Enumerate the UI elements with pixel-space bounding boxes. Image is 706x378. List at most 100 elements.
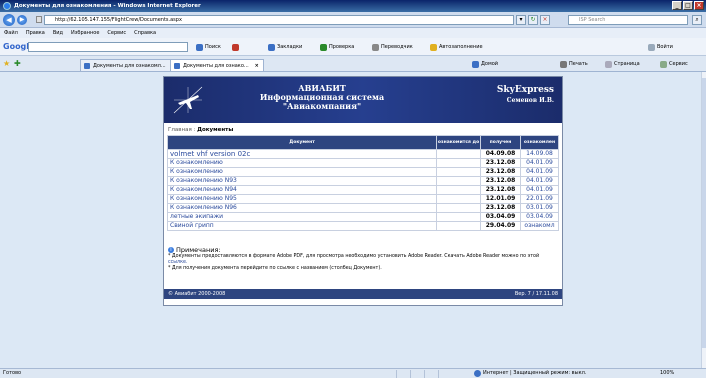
table-header-row: Документ ознакомится до получен ознакомл… xyxy=(166,135,560,150)
maximize-button[interactable]: □ xyxy=(683,1,693,10)
minimize-button[interactable]: _ xyxy=(672,1,682,10)
spellcheck-button[interactable]: Проверка xyxy=(320,38,354,56)
signin-button[interactable]: Войти xyxy=(648,38,673,56)
document-link[interactable]: К ознакомлению N95 xyxy=(170,195,237,202)
close-button[interactable]: × xyxy=(694,1,704,10)
table-row: К ознакомлению 23.12.08 04.01.09 xyxy=(166,167,560,177)
user-icon xyxy=(648,43,655,51)
mail-icon xyxy=(232,43,239,51)
notes-heading: Примечания: xyxy=(176,246,221,254)
status-cell xyxy=(438,370,452,378)
menu-view[interactable]: Вид xyxy=(53,28,63,38)
search-icon[interactable]: ⌕ xyxy=(692,15,702,25)
deadline-cell xyxy=(436,149,482,159)
menu-file[interactable]: Файл xyxy=(4,28,18,38)
airplane-logo-icon xyxy=(173,86,203,114)
page-icon xyxy=(605,60,612,68)
acknowledged-cell: 04.01.09 xyxy=(519,185,560,195)
vertical-scrollbar[interactable] xyxy=(701,72,706,368)
menu-tools[interactable]: Сервис xyxy=(107,28,126,38)
deadline-cell xyxy=(436,221,482,231)
home-button[interactable]: Домой xyxy=(472,56,498,72)
menu-bar: Файл Правка Вид Избранное Сервис Справка xyxy=(0,28,706,38)
page-container: АВИАБИТ Информационная система "Авиакомп… xyxy=(163,76,563,306)
add-favorite-icon[interactable]: ✚ xyxy=(14,56,21,72)
refresh-icon[interactable]: ↻ xyxy=(528,15,538,25)
internet-explorer-icon xyxy=(3,2,11,10)
received-cell: 12.01.09 xyxy=(480,194,521,204)
table-row: К ознакомлению N96 23.12.08 03.01.09 xyxy=(166,203,560,213)
security-zone[interactable]: Интернет | Защищенный режим: выкл. xyxy=(474,369,586,378)
page-favicon-icon xyxy=(84,63,90,69)
acknowledged-cell: 14.09.08 xyxy=(519,149,560,159)
column-header-received: получен xyxy=(480,135,521,150)
deadline-cell xyxy=(436,158,482,168)
received-cell: 23.12.08 xyxy=(480,203,521,213)
document-link[interactable]: летные экипажи xyxy=(170,213,223,220)
page-icon xyxy=(36,16,42,23)
gmail-button[interactable] xyxy=(232,38,239,56)
adobe-reader-link[interactable]: ссылке. xyxy=(168,260,188,265)
menu-edit[interactable]: Правка xyxy=(26,28,45,38)
page-menu-button[interactable]: Страница xyxy=(605,56,640,72)
tab-documents-1[interactable]: Документы для ознакомл... xyxy=(80,59,171,71)
check-icon xyxy=(320,43,327,51)
menu-favorites[interactable]: Избранное xyxy=(71,28,99,38)
gear-icon xyxy=(660,60,667,68)
google-toolbar: Google Поиск Закладки Проверка Переводчи… xyxy=(0,38,706,56)
stop-icon[interactable]: × xyxy=(540,15,550,25)
address-dropdown-button[interactable]: ▾ xyxy=(516,15,526,25)
acknowledged-cell: 04.01.09 xyxy=(519,158,560,168)
document-link[interactable]: К ознакомлению N94 xyxy=(170,186,237,193)
google-search-button[interactable]: Поиск xyxy=(196,38,221,56)
acknowledged-cell: 22.01.09 xyxy=(519,194,560,204)
translate-button[interactable]: Переводчик xyxy=(372,38,413,56)
deadline-cell xyxy=(436,185,482,195)
received-cell: 23.12.08 xyxy=(480,167,521,177)
table-row: летные экипажи 03.04.09 03.04.09 xyxy=(166,212,560,222)
search-input[interactable]: ISP Search xyxy=(568,15,688,25)
table-row: К ознакомлению 23.12.08 04.01.09 xyxy=(166,158,560,168)
notes-line-2: * Для получения документа перейдите по с… xyxy=(168,266,382,271)
autofill-icon xyxy=(430,43,437,51)
bookmarks-button[interactable]: Закладки xyxy=(268,38,302,56)
deadline-cell xyxy=(436,176,482,186)
address-input[interactable]: http://62.105.147.155/FlightCrew/Documen… xyxy=(44,15,514,25)
page-footer: © Авиабит 2000-2008 Вер. 7 / 17.11.08 xyxy=(164,289,562,299)
status-bar: Готово Интернет | Защищенный режим: выкл… xyxy=(0,368,706,378)
document-link[interactable]: К ознакомлению xyxy=(170,159,223,166)
print-button[interactable]: Печать xyxy=(560,56,588,72)
deadline-cell xyxy=(436,203,482,213)
page-favicon-icon xyxy=(174,63,180,69)
star-icon xyxy=(268,43,275,51)
window-title: Документы для ознакомления - Windows Int… xyxy=(14,3,201,9)
column-header-acknowledged: ознакомлен xyxy=(519,135,560,150)
tools-menu-button[interactable]: Сервис xyxy=(660,56,688,72)
document-link[interactable]: Свиной грипп xyxy=(170,222,214,229)
system-title: АВИАБИТ Информационная система "Авиакомп… xyxy=(222,84,422,111)
breadcrumb-home[interactable]: Главная xyxy=(168,127,192,133)
document-link[interactable]: К ознакомлению xyxy=(170,168,223,175)
table-row: volmet vhf version 02c 04.09.08 14.09.08 xyxy=(166,149,560,159)
document-link[interactable]: К ознакомлению N93 xyxy=(170,177,237,184)
tab-documents-2[interactable]: Документы для ознако... × xyxy=(170,59,264,71)
home-icon xyxy=(472,60,479,68)
back-button[interactable]: ◀ xyxy=(3,14,15,26)
tab-bar: ★ ✚ Документы для ознакомл... Документы … xyxy=(0,56,706,72)
table-row: К ознакомлению N94 23.12.08 04.01.09 xyxy=(166,185,560,195)
close-tab-icon[interactable]: × xyxy=(255,63,259,69)
document-link[interactable]: volmet vhf version 02c xyxy=(170,150,250,158)
scrollbar-thumb[interactable] xyxy=(702,78,706,348)
autofill-button[interactable]: Автозаполнение xyxy=(430,38,483,56)
document-link[interactable]: К ознакомлению N96 xyxy=(170,204,237,211)
zoom-level[interactable]: 100% xyxy=(660,369,674,378)
column-header-document: Документ xyxy=(166,135,438,150)
notes-section: i Примечания: * Документы предоставляются… xyxy=(168,247,560,272)
received-cell: 23.12.08 xyxy=(480,176,521,186)
favorites-star-icon[interactable]: ★ xyxy=(3,56,10,72)
forward-button[interactable]: ▶ xyxy=(17,15,27,25)
translate-icon xyxy=(372,43,379,51)
menu-help[interactable]: Справка xyxy=(134,28,156,38)
company-info: SkyExpress Семенов И.В. xyxy=(497,85,554,104)
google-search-input[interactable] xyxy=(28,42,188,52)
